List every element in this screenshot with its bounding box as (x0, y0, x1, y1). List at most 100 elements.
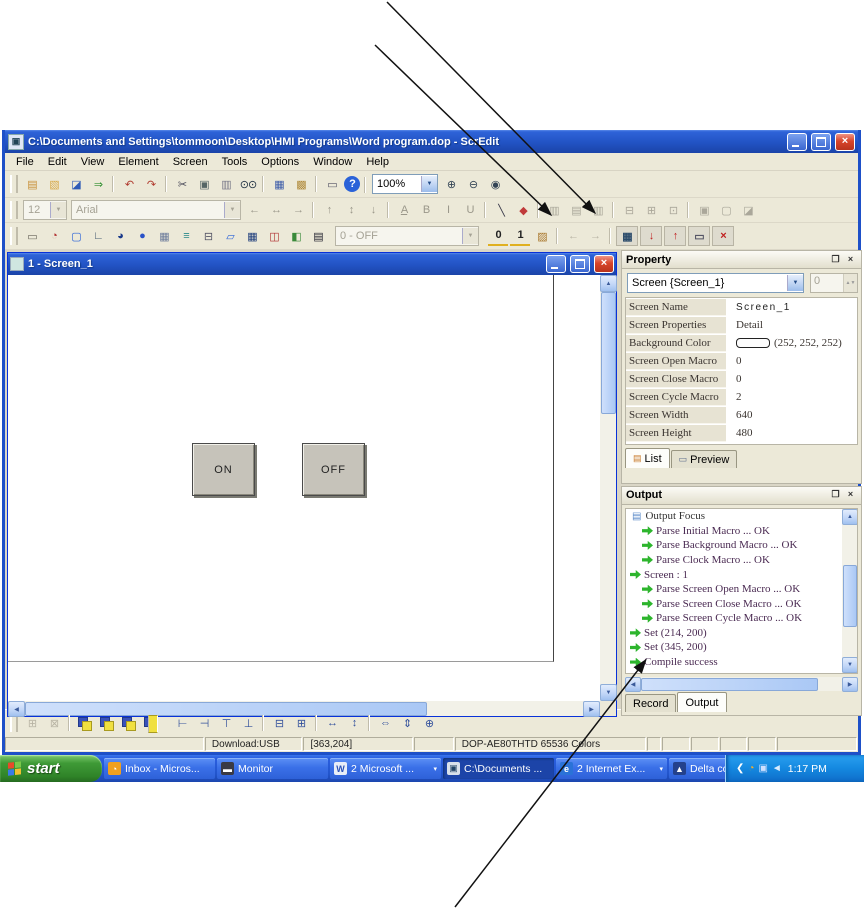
simulate-icon[interactable]: ▭ (688, 226, 710, 246)
move-horizontal-icon[interactable]: ↔ (266, 201, 286, 219)
eyedropper-icon[interactable]: ╲ (491, 201, 511, 219)
print-icon[interactable]: ▭ (322, 175, 342, 193)
float-panel-icon[interactable]: ❒ (829, 489, 842, 501)
cut-icon[interactable]: ✂ (172, 175, 192, 193)
ungroup-icon[interactable]: ⊠ (44, 714, 64, 732)
property-row[interactable]: Screen Width 640 (626, 406, 857, 424)
tray-chevron-icon[interactable]: ❮ (736, 763, 744, 774)
shadow-icon[interactable]: ◪ (738, 201, 758, 219)
stop-icon[interactable]: × (712, 226, 734, 246)
menu-item[interactable]: Element (111, 155, 165, 169)
property-row[interactable]: Screen Height 480 (626, 424, 857, 442)
Preview[interactable]: ▭ Preview (671, 450, 738, 468)
output-line[interactable]: Set (214, 200) (626, 626, 842, 641)
undo-icon[interactable]: ↶ (119, 175, 139, 193)
button-element-icon[interactable]: ▭ (22, 227, 42, 245)
resize-grip[interactable] (600, 701, 616, 716)
task-button[interactable]: ▲ Delta controller... (669, 758, 725, 779)
output-line[interactable]: Parse Background Macro ... OK (626, 538, 842, 553)
move-vertical-icon[interactable]: ↕ (341, 201, 361, 219)
toolbar-grip[interactable] (10, 175, 18, 193)
space-down-icon[interactable]: ↕ (344, 714, 364, 732)
group-text-icon[interactable]: ▣ (694, 201, 714, 219)
align-right-icon[interactable]: ▥ (588, 201, 608, 219)
scroll-right-icon[interactable]: ▶ (842, 677, 858, 692)
menu-item[interactable]: Options (254, 155, 306, 169)
output-line[interactable]: Parse Clock Macro ... OK (626, 553, 842, 568)
float-panel-icon[interactable]: ❒ (829, 254, 842, 266)
hmi-button[interactable]: ON (192, 443, 255, 496)
font-color-icon[interactable]: A (394, 201, 414, 219)
task-button[interactable]: e 2 Internet Ex... ▾ (556, 758, 667, 779)
scrollbar-thumb[interactable] (843, 565, 857, 627)
macro-icon[interactable]: ▩ (291, 175, 311, 193)
property-row[interactable]: Screen Close Macro 0 (626, 370, 857, 388)
property-row[interactable]: Screen Properties Detail (626, 316, 857, 334)
menu-item[interactable]: Screen (166, 155, 215, 169)
close-panel-icon[interactable]: × (844, 254, 857, 266)
underline-icon[interactable]: U (460, 201, 480, 219)
chevron-down-icon[interactable]: ▼ (421, 176, 437, 192)
palette-icon[interactable]: ◆ (513, 201, 533, 219)
property-row[interactable]: Screen Name Screen_1 (626, 298, 857, 316)
spinner-arrows-icon[interactable]: ▲▼ (843, 274, 857, 292)
space-across-icon[interactable]: ↔ (322, 714, 342, 732)
scroll-down-icon[interactable]: ▼ (842, 657, 858, 673)
toolbar-grip[interactable] (10, 201, 18, 219)
toolbar-grip[interactable] (10, 227, 18, 245)
screen-close-button[interactable]: × (594, 255, 614, 273)
picture-bank-icon[interactable]: ▦ (269, 175, 289, 193)
task-button[interactable]: ▬ Monitor (217, 758, 328, 779)
alarm-element-icon[interactable]: ◫ (264, 227, 284, 245)
scroll-up-icon[interactable]: ▲ (842, 509, 858, 525)
center-horizontal-icon[interactable]: ⊟ (269, 714, 289, 732)
scroll-down-icon[interactable]: ▼ (600, 684, 617, 701)
color-swatch[interactable] (736, 338, 770, 348)
same-size-icon[interactable]: ⊕ (419, 714, 439, 732)
align-top-edge-icon[interactable]: ⊤ (216, 714, 236, 732)
element-select[interactable]: Screen {Screen_1} ▼ (627, 273, 804, 293)
next-state-icon[interactable]: → (585, 227, 605, 245)
output-line[interactable]: Parse Screen Cycle Macro ... OK (626, 611, 842, 626)
center-vertical-icon[interactable]: ⊞ (291, 714, 311, 732)
layer-forward-icon[interactable] (119, 714, 139, 732)
minimize-button[interactable] (787, 133, 807, 151)
align-center-icon[interactable]: ▤ (566, 201, 586, 219)
screen-title-bar[interactable]: 1 - Screen_1 × (8, 253, 616, 275)
screen-maximize-button[interactable] (570, 255, 590, 273)
new-icon[interactable]: ▤ (22, 175, 42, 193)
move-down-icon[interactable]: ↓ (363, 201, 383, 219)
property-row[interactable]: Background Color (252, 252, 252) (626, 334, 857, 352)
circle-element-icon[interactable]: ● (132, 227, 152, 245)
hmi-button[interactable]: OFF (302, 443, 365, 496)
save-icon[interactable]: ◪ (66, 175, 86, 193)
title-bar[interactable]: ▣ C:\Documents and Settings\tommoon\Desk… (5, 130, 858, 153)
output-horizontal-scrollbar[interactable]: ◀ ▶ (625, 677, 858, 691)
prev-state-icon[interactable]: ← (563, 227, 583, 245)
screen-minimize-button[interactable] (546, 255, 566, 273)
layer-backward-icon[interactable] (141, 714, 161, 732)
property-header[interactable]: Property ❒ × (622, 251, 861, 269)
frame-icon[interactable]: ▢ (716, 201, 736, 219)
zero-state-icon[interactable]: 0 (488, 226, 508, 246)
scrollbar-thumb[interactable] (641, 678, 818, 691)
bitmap-element-icon[interactable]: ▦ (154, 227, 174, 245)
scrollbar-thumb[interactable] (601, 292, 616, 414)
keyboard-element-icon[interactable]: ▤ (308, 227, 328, 245)
element-index-spinner[interactable]: 0 ▲▼ (810, 273, 858, 293)
italic-icon[interactable]: I (438, 201, 458, 219)
tray-clock-icon[interactable]: ◔ (748, 763, 754, 774)
make-same-width-icon[interactable]: ⊟ (619, 201, 639, 219)
tray-display-icon[interactable]: ▣ (758, 763, 767, 774)
output-line[interactable]: Parse Initial Macro ... OK (626, 523, 842, 538)
find-icon[interactable]: ⊙⊙ (238, 175, 258, 193)
output-line[interactable]: Screen : 1 (626, 567, 842, 582)
align-right-edge-icon[interactable]: ⊣ (194, 714, 214, 732)
about-icon[interactable]: ? (344, 176, 360, 192)
property-row[interactable]: Screen Cycle Macro 2 (626, 388, 857, 406)
zoom-select[interactable]: 100% ▼ (372, 174, 438, 194)
align-bottom-edge-icon[interactable]: ⊥ (238, 714, 258, 732)
task-button[interactable]: ▣ C:\Documents ... (443, 758, 554, 779)
menu-item[interactable]: Tools (215, 155, 255, 169)
zoom-area-icon[interactable]: ◉ (485, 175, 505, 193)
